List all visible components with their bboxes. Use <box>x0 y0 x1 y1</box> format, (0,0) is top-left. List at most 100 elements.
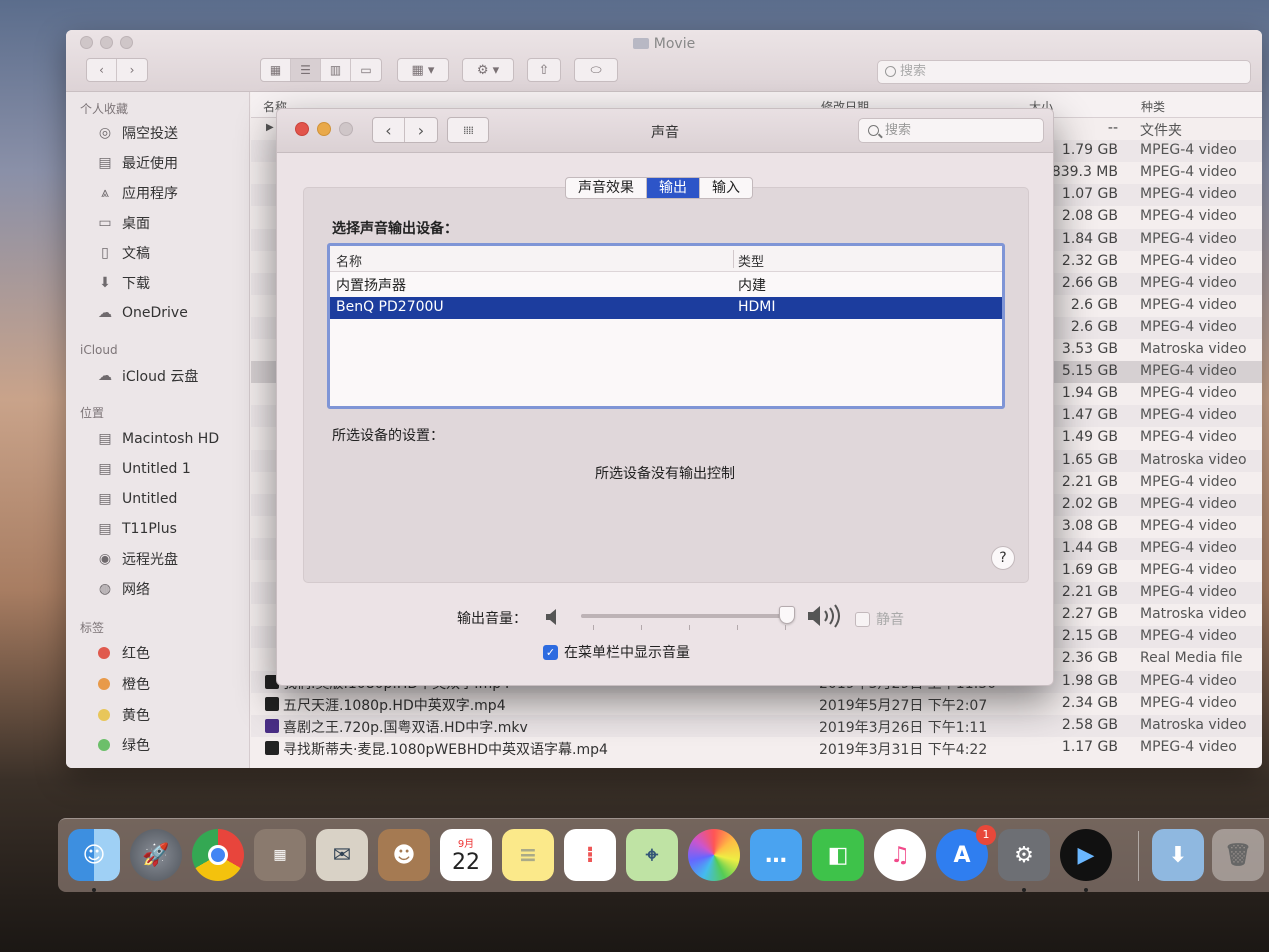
group-icon: ▦ ▾ <box>411 62 435 78</box>
device-row[interactable]: 内置扬声器 内建 <box>330 273 1002 295</box>
back-button[interactable]: ‹ <box>87 59 117 81</box>
photos-icon[interactable] <box>688 829 740 881</box>
running-indicator <box>92 888 96 892</box>
file-kind: MPEG-4 video <box>1140 252 1237 269</box>
sidebar-item-airdrop[interactable]: ◎ 隔空投送 <box>94 121 178 145</box>
file-size: 2.34 GB <box>1061 694 1118 711</box>
tab-input[interactable]: 输入 <box>700 178 752 198</box>
forward-button[interactable]: › <box>117 59 147 81</box>
cloud-icon: ☁ <box>98 368 112 384</box>
trash-icon[interactable]: 🗑 <box>1212 829 1264 881</box>
contacts-icon[interactable]: ☻ <box>378 829 430 881</box>
group-by-button[interactable]: ▦ ▾ <box>397 58 449 82</box>
download-icon: ⬇ <box>99 275 111 291</box>
file-kind: MPEG-4 video <box>1140 274 1237 291</box>
device-row-selected[interactable]: BenQ PD2700U HDMI <box>330 297 1002 319</box>
calendar-icon[interactable]: 9月 22 <box>440 829 492 881</box>
sidebar-tag-yellow[interactable]: 黄色 <box>94 703 150 727</box>
sidebar-item-documents[interactable]: ▯ 文稿 <box>94 241 150 265</box>
reminders-icon[interactable]: ⁝ <box>564 829 616 881</box>
sidebar-item-applications[interactable]: ⩓ 应用程序 <box>94 181 178 205</box>
show-volume-in-menu-bar-checkbox[interactable]: ✓ 在菜单栏中显示音量 <box>543 642 690 662</box>
sidebar-item-downloads[interactable]: ⬇ 下载 <box>94 271 150 295</box>
media-player-icon[interactable]: ▶ <box>1060 829 1112 881</box>
airdrop-icon: ◎ <box>98 125 112 141</box>
sidebar-item-t11plus[interactable]: ▤ T11Plus <box>94 517 177 541</box>
calculator-icon[interactable]: ▦ <box>254 829 306 881</box>
disclosure-triangle-icon[interactable]: ▶ <box>266 122 274 133</box>
sidebar-tag-green[interactable]: 绿色 <box>94 733 150 757</box>
sidebar-item-remote-disc[interactable]: ◉ 远程光盘 <box>94 547 178 571</box>
itunes-icon[interactable]: ♫ <box>874 829 926 881</box>
finder-icon[interactable]: ☺ <box>68 829 120 881</box>
view-mode-segment: ▦ ☰ ▥ ▭ <box>260 58 382 82</box>
mail-icon[interactable]: ✉ <box>316 829 368 881</box>
file-kind: MPEG-4 video <box>1140 407 1237 424</box>
disc-icon: ◉ <box>98 551 112 567</box>
share-icon: ⇧ <box>538 62 550 78</box>
list-view-icon[interactable]: ☰ <box>291 59 321 81</box>
prefs-search-input[interactable]: 搜索 <box>858 118 1044 143</box>
icon-view-icon[interactable]: ▦ <box>261 59 291 81</box>
table-row[interactable]: 五尺天涯.1080p.HD中英双字.mp4 2019年5月27日 下午2:07 2.… <box>251 693 1262 715</box>
column-view-icon[interactable]: ▥ <box>321 59 351 81</box>
tab-sound-effects[interactable]: 声音效果 <box>566 178 647 198</box>
no-output-controls-message: 所选设备没有输出控制 <box>595 466 735 482</box>
file-kind: MPEG-4 video <box>1140 385 1237 402</box>
file-size: 2.58 GB <box>1061 716 1118 733</box>
column-header-kind[interactable]: 种类 <box>1141 98 1165 115</box>
help-button[interactable]: ? <box>991 546 1015 570</box>
back-forward-nav: ‹ › <box>86 58 148 82</box>
tag-icon: ⬭ <box>590 62 602 78</box>
launchpad-icon[interactable]: 🚀 <box>130 829 182 881</box>
sidebar-item-untitled-1[interactable]: ▤ Untitled 1 <box>94 457 190 481</box>
file-size: 1.17 GB <box>1061 738 1118 755</box>
applications-icon: ⩓ <box>101 185 109 201</box>
desktop-icon: ▭ <box>98 215 112 231</box>
chrome-icon[interactable] <box>192 829 244 881</box>
file-kind: Matroska video <box>1140 341 1247 357</box>
finder-toolbar: Movie ‹ › ▦ ☰ ▥ ▭ ▦ ▾ ⚙ ▾ ⇧ ⬭ 搜索 <box>66 30 1262 92</box>
notes-icon[interactable]: ≡ <box>502 829 554 881</box>
slider-tick <box>785 625 786 630</box>
checkbox-empty-icon <box>855 611 870 627</box>
facetime-icon[interactable]: ◧ <box>812 829 864 881</box>
sidebar-item-untitled[interactable]: ▤ Untitled <box>94 487 177 511</box>
column-header-type[interactable]: 类型 <box>738 251 764 270</box>
sidebar-item-recents[interactable]: ▤ 最近使用 <box>94 151 178 175</box>
sidebar-item-desktop[interactable]: ▭ 桌面 <box>94 211 150 235</box>
maps-icon[interactable]: ⌖ <box>626 829 678 881</box>
finder-search-input[interactable]: 搜索 <box>877 60 1251 84</box>
column-header-name[interactable]: 名称 <box>336 251 362 270</box>
sidebar-item-icloud-drive[interactable]: ☁ iCloud 云盘 <box>94 364 198 388</box>
tag-dot-icon <box>98 678 110 690</box>
mute-checkbox[interactable]: 静音 <box>855 609 904 629</box>
device-table-header: 名称 类型 <box>330 246 1002 272</box>
volume-slider-fill <box>581 614 787 618</box>
video-file-icon <box>265 696 279 711</box>
messages-icon[interactable]: … <box>750 829 802 881</box>
sidebar-item-macintosh-hd[interactable]: ▤ Macintosh HD <box>94 427 219 451</box>
volume-slider[interactable] <box>581 606 795 624</box>
table-row[interactable]: 喜剧之王.720p.国粤双语.HD中字.mkv 2019年3月26日 下午1:11… <box>251 714 1262 737</box>
document-icon: ▯ <box>101 245 109 261</box>
sidebar-item-onedrive[interactable]: ☁ OneDrive <box>94 301 188 325</box>
tag-button[interactable]: ⬭ <box>574 58 618 82</box>
file-kind: MPEG-4 video <box>1140 584 1237 601</box>
gallery-view-icon[interactable]: ▭ <box>351 59 381 81</box>
sidebar-item-network[interactable]: ◍ 网络 <box>94 577 150 601</box>
tab-output[interactable]: 输出 <box>647 178 700 198</box>
downloads-folder-icon[interactable]: ⬇ <box>1152 829 1204 881</box>
volume-slider-knob[interactable] <box>778 606 795 624</box>
action-button[interactable]: ⚙ ▾ <box>462 58 514 82</box>
recents-icon: ▤ <box>98 155 112 171</box>
prefs-toolbar: ‹ › ⁞⁞⁞⁞ 声音 搜索 <box>277 109 1053 153</box>
disk-icon: ▤ <box>98 431 112 447</box>
system-preferences-icon[interactable]: ⚙ <box>998 829 1050 881</box>
table-row[interactable]: 寻找斯蒂夫·麦昆.1080pWEBHD中英双语字幕.mp4 2019年3月31日 … <box>251 737 1262 759</box>
video-file-icon <box>265 718 279 733</box>
sidebar-header-favorites: 个人收藏 <box>80 102 129 116</box>
sidebar-tag-red[interactable]: 红色 <box>94 641 150 665</box>
sidebar-tag-orange[interactable]: 橙色 <box>94 672 150 696</box>
share-button[interactable]: ⇧ <box>527 58 561 82</box>
